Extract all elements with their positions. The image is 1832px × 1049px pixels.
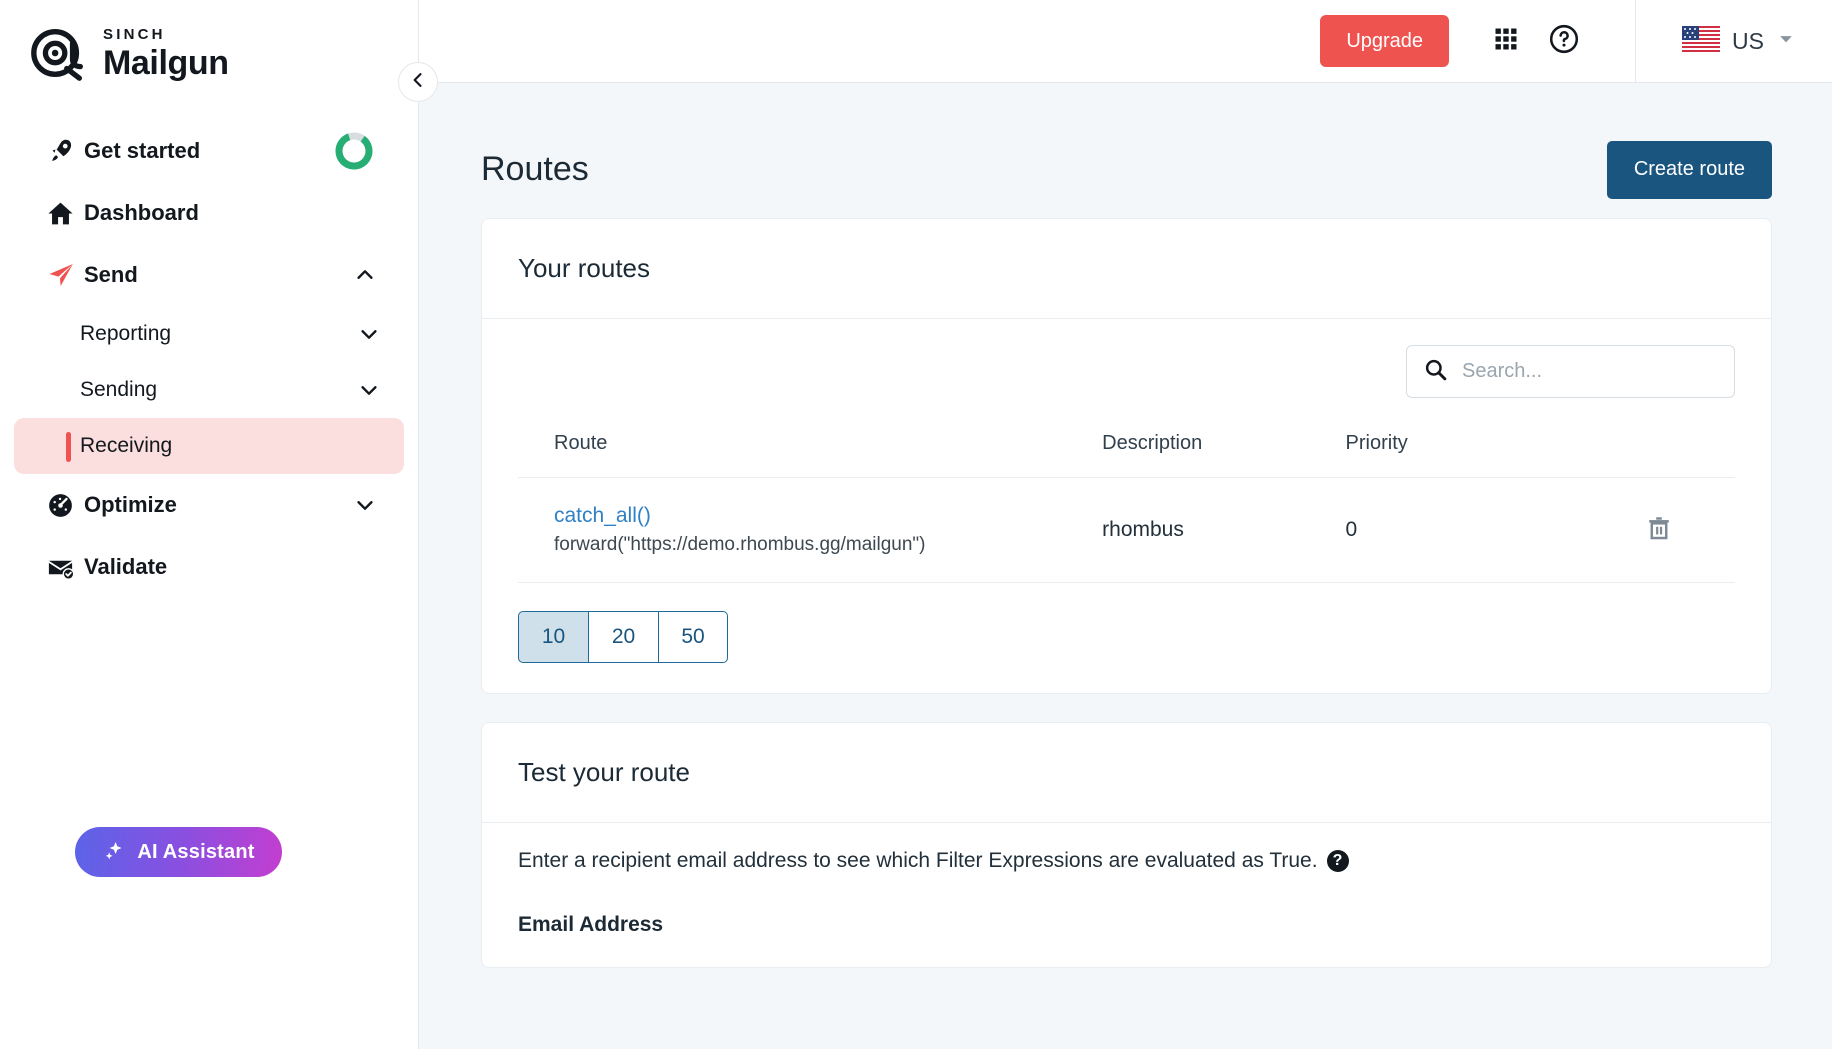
priority-cell: 0 [1345,477,1589,583]
ai-assistant-button[interactable]: AI Assistant [75,827,282,877]
brand-name-text: Mailgun [103,43,229,82]
app-root: SINCH Mailgun Get started Dashboard Send… [0,0,1832,1049]
sidebar-collapse-button[interactable] [398,62,438,102]
get-started-progress-ring [332,129,376,173]
help-circle-filled-icon[interactable]: ? [1326,850,1349,872]
table-row: catch_all() forward("https://demo.rhombu… [518,477,1735,583]
grid-apps-icon [1492,25,1520,58]
page-title: Routes [481,150,589,188]
column-header-route: Route [518,424,1103,478]
test-your-route-body: Enter a recipient email address to see w… [482,823,1771,967]
test-your-route-card: Test your route Enter a recipient email … [481,722,1772,968]
sidebar-item-label: Send [84,262,138,287]
search-row [518,345,1735,398]
help-circle-icon [1548,23,1580,60]
sparkles-icon [102,839,126,866]
your-routes-body: Route Description Priority catch_all() f… [482,319,1771,693]
search-box[interactable] [1406,345,1735,398]
locale-selector[interactable]: US [1635,0,1832,83]
route-cell: catch_all() forward("https://demo.rhombu… [518,477,1103,583]
chevron-down-icon [354,494,376,516]
column-header-priority: Priority [1345,424,1589,478]
sidebar-subitem-label: Sending [80,378,158,401]
active-indicator-bar [66,432,71,462]
sidebar-item-sending[interactable]: Sending [14,362,404,418]
us-flag-icon [1682,25,1721,57]
column-header-description: Description [1102,424,1346,478]
your-routes-card: Your routes Search... Route Description … [481,218,1772,694]
sidebar-item-receiving[interactable]: Receiving [14,418,404,474]
delete-route-button[interactable] [1645,514,1673,545]
sidebar-item-optimize[interactable]: Optimize [18,474,400,536]
routes-table: Route Description Priority catch_all() f… [518,424,1735,583]
brand-logo[interactable]: SINCH Mailgun [0,0,418,84]
sidebar-subitem-label: Reporting [80,322,172,345]
brand-sinch-text: SINCH [103,25,166,43]
page-size-20-button[interactable]: 20 [588,611,658,663]
rocket-icon [46,136,84,166]
sidebar-subitem-label: Receiving [80,434,173,457]
create-route-button[interactable]: Create route [1606,140,1772,199]
page-size-selector: 10 20 50 [518,611,1735,663]
sidebar-item-validate[interactable]: Validate [18,536,400,598]
route-link[interactable]: catch_all() [554,504,1102,528]
upgrade-button[interactable]: Upgrade [1320,15,1450,67]
help-button[interactable] [1541,18,1587,64]
email-address-label: Email Address [518,913,664,936]
locale-label: US [1732,27,1764,54]
test-your-route-heading: Test your route [518,757,690,787]
chevron-down-icon [358,379,380,401]
chevron-down-icon [358,323,380,345]
sidebar: SINCH Mailgun Get started Dashboard Send… [0,0,438,1049]
test-description-row: Enter a recipient email address to see w… [518,849,1735,873]
main-content: Upgrade US Routes Create route Your rout… [419,0,1832,1049]
envelope-check-icon [46,553,84,582]
apps-grid-button[interactable] [1483,18,1529,64]
sidebar-item-dashboard[interactable]: Dashboard [18,182,400,244]
page-header: Routes Create route [419,83,1832,218]
chevron-left-icon [408,70,428,95]
sidebar-item-reporting[interactable]: Reporting [14,306,404,362]
sidebar-item-label: Optimize [84,492,177,517]
table-header-row: Route Description Priority [518,424,1735,478]
trash-icon [1645,516,1673,545]
description-cell: rhombus [1102,477,1346,583]
sidebar-item-send[interactable]: Send [18,244,400,306]
your-routes-heading: Your routes [518,253,651,283]
paper-plane-icon [46,260,84,290]
ai-assistant-label: AI Assistant [137,840,255,863]
sidebar-item-label: Get started [84,138,201,163]
page-size-10-button[interactable]: 10 [518,611,588,663]
route-action-text: forward("https://demo.rhombus.gg/mailgun… [554,534,926,555]
search-input[interactable] [1462,360,1718,383]
chevron-down-icon [1776,29,1796,54]
content-scroll-area: Your routes Search... Route Description … [419,218,1832,1049]
mailgun-at-logo-icon [28,22,90,84]
test-description-text: Enter a recipient email address to see w… [518,849,1318,872]
gauge-icon [46,491,84,520]
routes-table-head: Route Description Priority [518,424,1735,478]
search-icon [1423,357,1448,387]
sidebar-item-get-started[interactable]: Get started [18,120,400,182]
page-size-50-button[interactable]: 50 [658,611,728,663]
column-header-actions [1588,424,1735,478]
actions-cell [1588,477,1735,583]
sidebar-item-label: Dashboard [84,200,199,225]
sidebar-nav: Get started Dashboard Send Reporting Sen… [0,120,418,598]
routes-table-body: catch_all() forward("https://demo.rhombu… [518,477,1735,583]
topbar: Upgrade US [419,0,1832,83]
home-icon [46,199,84,228]
sidebar-item-label: Validate [84,554,168,579]
chevron-up-icon [354,264,376,286]
